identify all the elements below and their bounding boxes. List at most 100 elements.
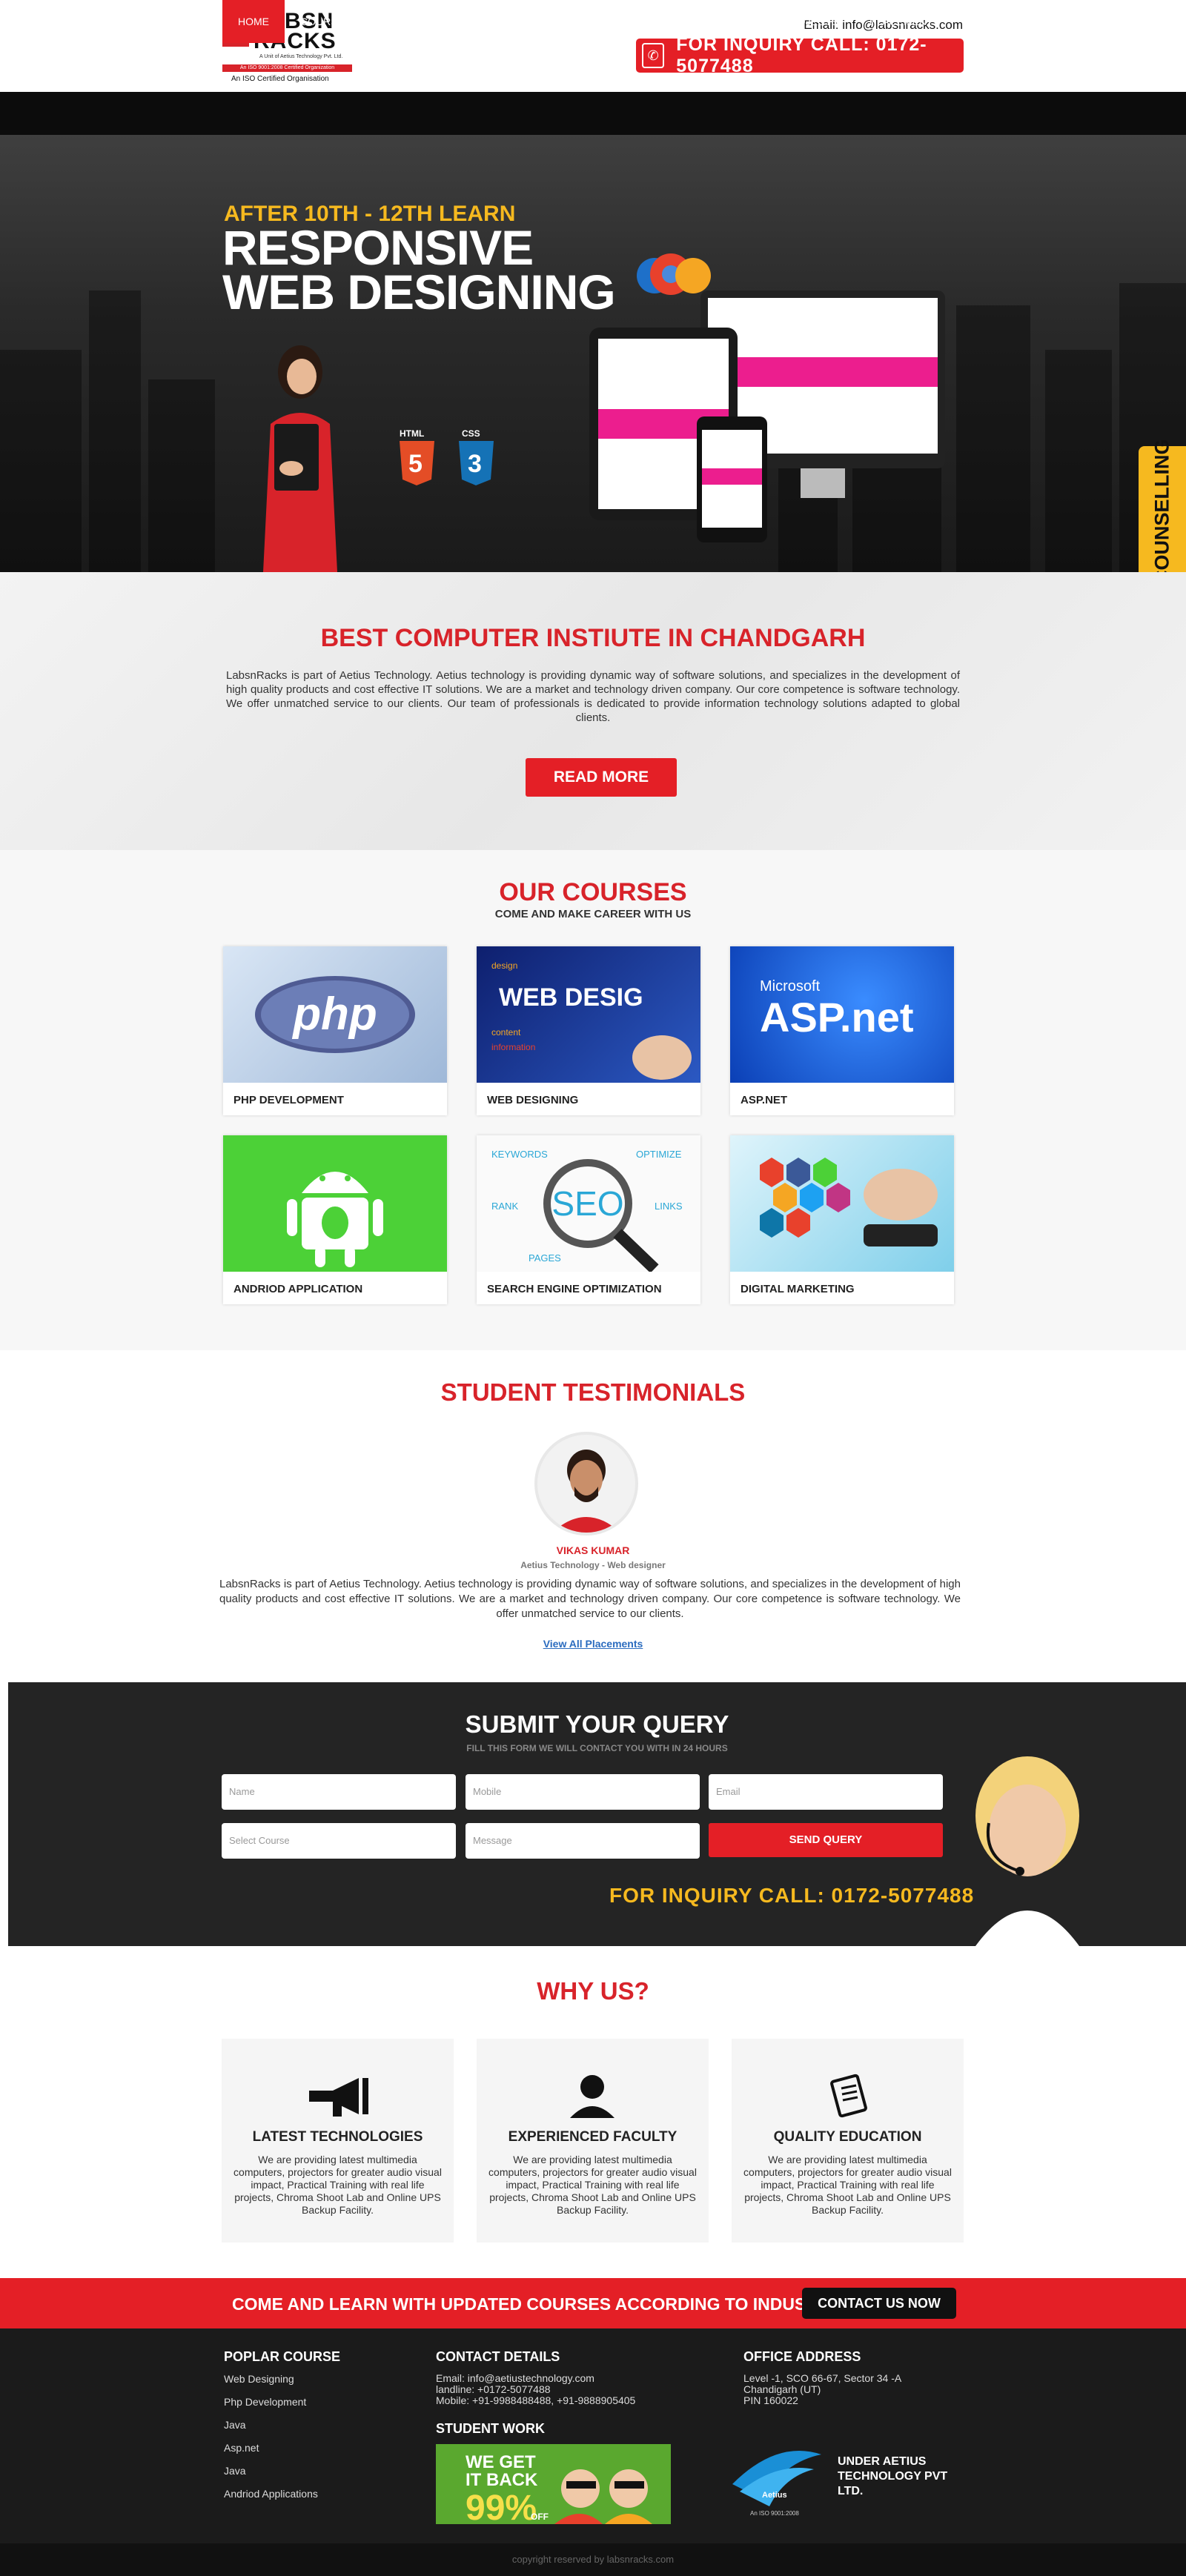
message-field[interactable]: Message: [466, 1823, 700, 1859]
asp-net-logo-icon: Microsoft ASP.net: [760, 978, 913, 1040]
footer-contact-line: Mobile: +91-9988488488, +91-9888905405: [436, 2394, 636, 2406]
svg-text:LINKS: LINKS: [655, 1201, 683, 1212]
why-card-text: We are providing latest multimedia compu…: [743, 2154, 952, 2216]
under-aetius-text: UNDER AETIUS TECHNOLOGY PVT LTD.: [838, 2455, 948, 2497]
career-counselling-label: CAREER COUNSELLING: [1150, 438, 1173, 572]
nav-item-courses[interactable]: COURSES: [285, 0, 367, 43]
student-work-graphic: WE GET IT BACK 99% OFF: [466, 2452, 652, 2524]
footer-course-link[interactable]: Php Development: [224, 2396, 318, 2419]
why-us-section: WHY US? LATEST TECHNOLOGIES We are provi…: [0, 1946, 1186, 2278]
phone-icon: ✆: [642, 43, 665, 68]
about-title: BEST COMPUTER INSTIUTE IN CHANDGARH: [320, 624, 866, 652]
course-label: WEB DESIGNING: [487, 1094, 579, 1106]
course-card-php[interactable]: php PHP DEVELOPMENT: [223, 946, 447, 1115]
career-counselling-tab[interactable]: CAREER COUNSELLING: [1139, 439, 1186, 572]
footer-course-link[interactable]: Java: [224, 2419, 318, 2442]
hero-banner: AFTER 10TH - 12TH LEARN RESPONSIVE WEB D…: [0, 135, 1186, 572]
student-work-banner[interactable]: WE GET IT BACK 99% OFF: [436, 2444, 671, 2524]
course-select[interactable]: Select Course: [222, 1823, 456, 1859]
testimonial-name: VIKAS KUMAR: [556, 1544, 630, 1556]
course-label: ANDRIOD APPLICATION: [233, 1283, 363, 1295]
svg-text:Microsoft: Microsoft: [760, 978, 821, 995]
nav-item-home[interactable]: HOME: [222, 0, 285, 43]
html5-logo: HTML 5: [400, 428, 434, 485]
query-title: SUBMIT YOUR QUERY: [465, 1710, 729, 1738]
course-card-digital-marketing[interactable]: DIGITAL MARKETING: [730, 1135, 954, 1304]
aetius-logo[interactable]: Aetius An ISO 9001:2008: [725, 2440, 829, 2521]
course-label: DIGITAL MARKETING: [741, 1283, 855, 1295]
footer-course-link[interactable]: Andriod Applications: [224, 2488, 318, 2511]
courses-subtitle: COME AND MAKE CAREER WITH US: [494, 908, 692, 920]
email-field[interactable]: Email: [709, 1774, 943, 1810]
why-card-text: We are providing latest multimedia compu…: [488, 2154, 697, 2216]
svg-text:content: content: [491, 1027, 521, 1038]
why-card-technologies: LATEST TECHNOLOGIES We are providing lat…: [222, 2039, 454, 2243]
svg-text:OFF: OFF: [531, 2512, 549, 2522]
view-all-placements-link[interactable]: View All Placements: [0, 1638, 1186, 1650]
why-card-title: QUALITY EDUCATION: [773, 2129, 922, 2145]
name-field[interactable]: Name: [222, 1774, 456, 1810]
nav-item-contact-us[interactable]: CONTACT US: [955, 0, 1053, 43]
footer-student-work-title: STUDENT WORK: [436, 2421, 545, 2436]
testimonial-text: LabsnRacks is part of Aetius Technology.…: [219, 1578, 961, 1620]
courses-title: OUR COURSES: [499, 878, 687, 906]
svg-text:information: information: [491, 1042, 535, 1052]
seo-magnifier-icon: SEO KEYWORDS OPTIMIZE RANK LINKS PAGES: [491, 1149, 683, 1272]
why-card-title: EXPERIENCED FACULTY: [508, 2129, 678, 2145]
student-photo: [552, 1450, 620, 1533]
svg-text:3: 3: [468, 450, 482, 478]
svg-text:5: 5: [408, 450, 423, 478]
footer-contact-title: CONTACT DETAILS: [436, 2349, 560, 2364]
testimonials-title: STUDENT TESTIMONIALS: [440, 1378, 746, 1406]
document-icon: [830, 2074, 867, 2118]
nav-item-placements[interactable]: PLACEMENTS: [854, 0, 955, 43]
svg-text:HTML: HTML: [400, 428, 424, 439]
footer-office-title: OFFICE ADDRESS: [743, 2349, 861, 2364]
send-query-button[interactable]: SEND QUERY: [709, 1823, 943, 1857]
why-card-title: LATEST TECHNOLOGIES: [252, 2129, 423, 2145]
footer-course-link[interactable]: Java: [224, 2465, 318, 2488]
footer-office-lines: Level -1, SCO 66-67, Sector 34 -A Chandig…: [743, 2373, 901, 2406]
footer-contact-line: landline: +0172-5077488: [436, 2383, 551, 2395]
nav-item-projects[interactable]: PROJECTS: [767, 0, 854, 43]
footer-course-link[interactable]: Web Designing: [224, 2373, 318, 2396]
svg-text:Aetius: Aetius: [762, 2491, 787, 2500]
course-card-web-designing[interactable]: WEB DESIG design content information WEB…: [477, 946, 700, 1115]
course-card-asp-net[interactable]: Microsoft ASP.net ASP.NET: [730, 946, 954, 1115]
course-label: SEARCH ENGINE OPTIMIZATION: [487, 1283, 662, 1295]
why-us-title: WHY US?: [537, 1977, 649, 2005]
support-agent-image: [975, 1756, 1079, 1946]
about-section: BEST COMPUTER INSTIUTE IN CHANDGARH Labs…: [0, 572, 1186, 850]
course-card-seo[interactable]: SEO KEYWORDS OPTIMIZE RANK LINKS PAGES S…: [477, 1135, 700, 1304]
footer-popular-list: Web Designing Php Development Java Asp.net J…: [224, 2373, 318, 2511]
course-label: ASP.NET: [741, 1094, 788, 1106]
nav-item-mobile-application[interactable]: MOBILE APPLICATION: [367, 0, 508, 43]
read-more-button[interactable]: READ MORE: [526, 758, 677, 797]
query-inquiry-call: FOR INQUIRY CALL: 0172-5077488: [609, 1884, 975, 1907]
course-card-android[interactable]: ANDRIOD APPLICATION: [223, 1135, 447, 1304]
footer-course-link[interactable]: Asp.net: [224, 2442, 318, 2465]
person-icon: [570, 2075, 614, 2118]
svg-text:php: php: [291, 989, 377, 1040]
why-card-quality: QUALITY EDUCATION We are providing lates…: [732, 2039, 964, 2243]
android-icon: [287, 1172, 383, 1267]
php-image: php: [223, 946, 447, 1083]
inquiry-call-button[interactable]: ✆ FOR INQUIRY CALL: 0172-5077488: [636, 34, 964, 76]
contact-us-now-button[interactable]: CONTACT US NOW: [802, 2288, 956, 2319]
footer-contact-line: Email: info@aetiustechnology.com: [436, 2372, 594, 2384]
mobile-field[interactable]: Mobile: [466, 1774, 700, 1810]
logo-subtitle: A Unit of Aetius Technology Pvt. Ltd.: [259, 54, 343, 59]
nav-item-industrial-training[interactable]: INDUSTRIAL TRAINING: [623, 0, 767, 43]
course-label: PHP DEVELOPMENT: [233, 1094, 344, 1106]
svg-text:SEO: SEO: [551, 1184, 623, 1223]
web-design-graphic: WEB DESIG design content information: [491, 960, 692, 1080]
svg-text:design: design: [491, 960, 517, 971]
footer-popular-title: POPLAR COURSE: [224, 2349, 341, 2364]
svg-text:WEB DESIG: WEB DESIG: [499, 983, 643, 1012]
nav-item-student-work[interactable]: STUDENT WORK: [508, 0, 623, 43]
footer-contact-lines: Email: info@aetiustechnology.com landline…: [436, 2373, 635, 2406]
svg-text:An ISO 9001:2008: An ISO 9001:2008: [750, 2510, 799, 2517]
svg-text:RANK: RANK: [491, 1201, 518, 1212]
courses-section: OUR COURSES COME AND MAKE CAREER WITH US…: [0, 850, 1186, 1350]
testimonial-role: Aetius Technology - Web designer: [520, 1560, 666, 1570]
